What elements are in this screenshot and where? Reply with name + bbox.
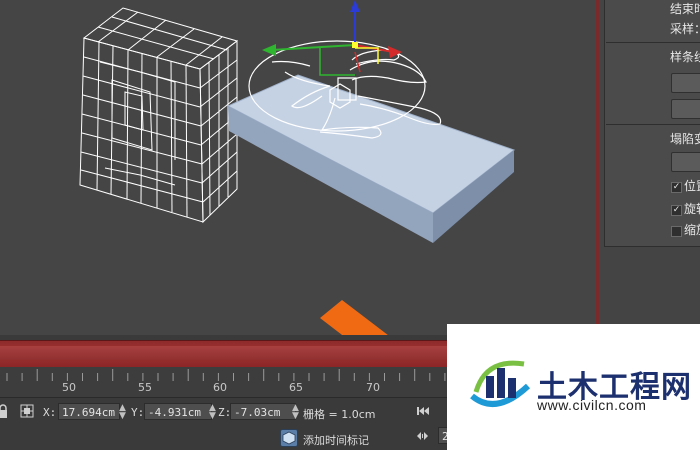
grid-size-text: 栅格 = 1.0cm bbox=[303, 408, 376, 421]
transform-gizmo[interactable] bbox=[262, 0, 402, 76]
label-end-time: 结束时 bbox=[670, 2, 700, 16]
y-coordinate-field[interactable]: -4.931cm bbox=[144, 403, 212, 420]
scale-label: 缩放 bbox=[684, 223, 700, 237]
tick-label-50: 50 bbox=[62, 381, 76, 394]
section-collapse-transform: 塌陷变 bbox=[670, 132, 700, 146]
tick-label-55: 55 bbox=[138, 381, 152, 394]
civilcn-logo-icon bbox=[466, 352, 536, 412]
viewport-scene bbox=[79, 0, 516, 335]
z-spinner[interactable]: ▲ ▼ bbox=[292, 404, 299, 421]
tick-label-65: 65 bbox=[289, 381, 303, 394]
rotation-checkbox[interactable]: ✓ bbox=[671, 205, 682, 216]
box-object[interactable] bbox=[226, 74, 516, 243]
x-coordinate-field[interactable]: 17.694cm bbox=[58, 403, 120, 420]
divider bbox=[606, 124, 700, 125]
go-to-start-icon[interactable] bbox=[416, 405, 431, 420]
convert-from-button[interactable] bbox=[671, 99, 700, 119]
time-tag-icon[interactable] bbox=[280, 429, 298, 447]
divider bbox=[606, 42, 700, 43]
tick-label-60: 60 bbox=[213, 381, 227, 394]
label-samples: 采样： bbox=[670, 22, 700, 36]
watermark-url: www.civilcn.com bbox=[537, 397, 647, 413]
add-time-tag-label[interactable]: 添加时间标记 bbox=[303, 432, 369, 448]
rotation-label: 旋转 bbox=[684, 202, 700, 216]
position-label: 位置 bbox=[684, 179, 700, 193]
section-spline-conversion: 样条线 bbox=[670, 50, 700, 64]
lock-icon[interactable] bbox=[0, 404, 12, 419]
z-coordinate-field[interactable]: -7.03cm bbox=[230, 403, 296, 420]
position-checkbox[interactable]: ✓ bbox=[671, 182, 682, 193]
arrow-icon bbox=[320, 300, 388, 335]
absolute-mode-icon[interactable] bbox=[20, 404, 35, 419]
x-spinner[interactable]: ▲ ▼ bbox=[119, 404, 126, 421]
tick-label-70: 70 bbox=[366, 381, 380, 394]
y-spinner[interactable]: ▲ ▼ bbox=[209, 404, 216, 421]
scale-checkbox[interactable] bbox=[671, 226, 682, 237]
x-label: X: bbox=[43, 406, 57, 419]
collapse-button[interactable] bbox=[671, 152, 700, 172]
convert-to-button[interactable] bbox=[671, 73, 700, 93]
y-label: Y: bbox=[131, 406, 145, 419]
key-mode-icon[interactable] bbox=[416, 430, 431, 445]
wireframe-cube[interactable] bbox=[79, 7, 239, 224]
perspective-viewport[interactable] bbox=[0, 0, 598, 335]
